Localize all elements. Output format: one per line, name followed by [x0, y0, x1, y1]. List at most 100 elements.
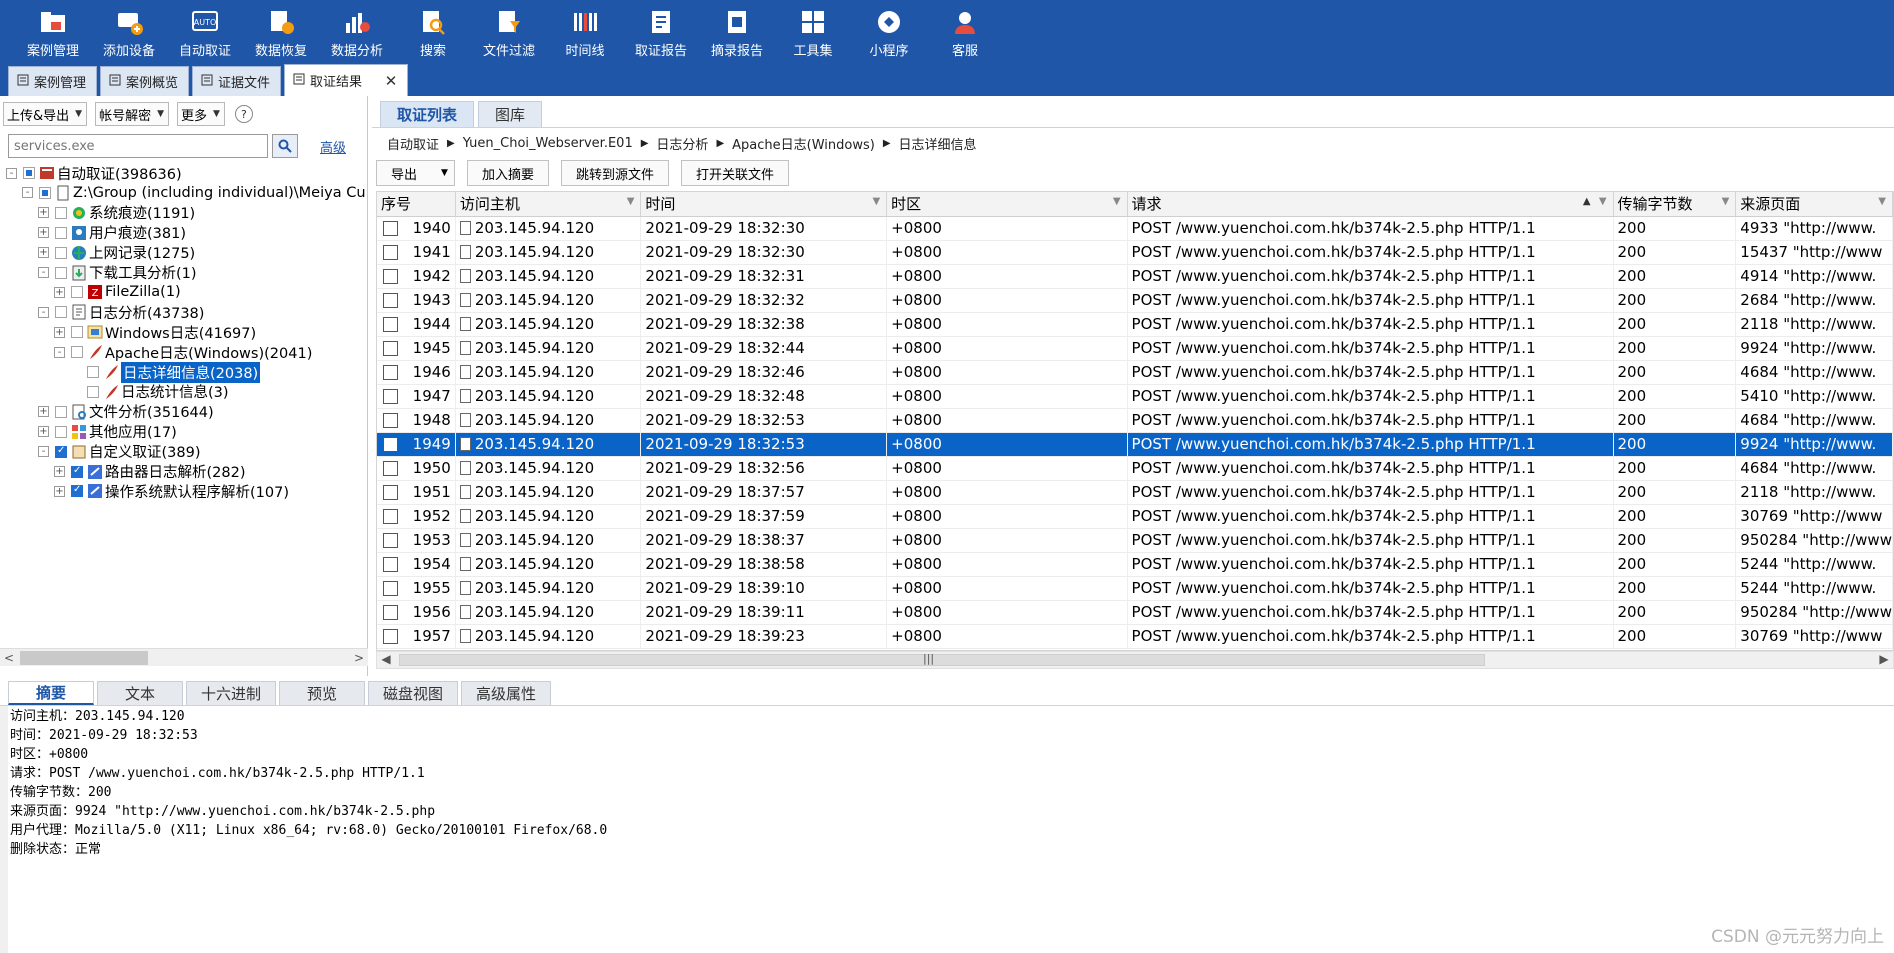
tree-checkbox[interactable] — [71, 286, 83, 299]
table-row[interactable]: 1951 203.145.94.120 2021-09-29 18:37:57 +08… — [377, 480, 1893, 505]
toolbar-button-support[interactable]: 客服 — [927, 0, 1003, 62]
help-icon[interactable]: ? — [234, 105, 253, 123]
row-checkbox[interactable] — [383, 628, 398, 644]
breadcrumb-item[interactable]: 日志分析 — [656, 134, 708, 153]
table-row[interactable]: 1940 203.145.94.120 2021-09-29 18:32:30 +08… — [377, 216, 1893, 241]
tree-node[interactable]: 日志详细信息(2038) — [70, 361, 261, 383]
tree-node[interactable]: + Z FileZilla(1) — [54, 281, 181, 303]
table-row[interactable]: 1946 203.145.94.120 2021-09-29 18:32:46 +08… — [377, 360, 1893, 385]
tree-node[interactable]: + 路由器日志解析(282) — [54, 461, 246, 483]
expand-icon[interactable]: + — [54, 466, 65, 477]
detail-tab-0[interactable]: 摘要 — [8, 681, 94, 705]
breadcrumb-item[interactable]: 自动取证 — [387, 134, 439, 153]
table-row[interactable]: 1947 203.145.94.120 2021-09-29 18:32:48 +08… — [377, 384, 1893, 409]
tree-node[interactable]: - Apache日志(Windows)(2041) — [54, 341, 312, 363]
expand-icon[interactable]: + — [38, 207, 49, 219]
scroll-left-icon[interactable]: < — [0, 651, 18, 665]
tree-checkbox[interactable] — [71, 465, 83, 478]
table-row[interactable]: 1952 203.145.94.120 2021-09-29 18:37:59 +08… — [377, 504, 1893, 529]
detail-tab-1[interactable]: 文本 — [97, 681, 183, 705]
tree-node[interactable]: - 日志分析(43738) — [38, 301, 204, 323]
column-header[interactable]: 时间 ▼ — [640, 192, 888, 217]
tree-checkbox[interactable] — [71, 326, 83, 339]
toolbar-button-tools[interactable]: 工具集 — [775, 0, 851, 62]
detail-tab-2[interactable]: 十六进制 — [186, 681, 277, 705]
row-checkbox[interactable] — [383, 316, 398, 332]
add-summary-button[interactable]: 加入摘要 — [466, 160, 549, 186]
tree-checkbox[interactable] — [55, 445, 67, 458]
export-button[interactable]: 导出 ▼ — [376, 160, 455, 186]
toolbar-button-excerpt[interactable]: 摘录报告 — [699, 0, 775, 62]
table-row[interactable]: 1954 203.145.94.120 2021-09-29 18:38:58 +08… — [377, 552, 1893, 577]
row-checkbox[interactable] — [383, 508, 398, 524]
row-checkbox[interactable] — [383, 388, 398, 404]
breadcrumb-item[interactable]: 日志详细信息 — [899, 134, 977, 153]
tree-node[interactable]: + 其他应用(17) — [38, 421, 177, 443]
tree-node[interactable]: + 上网记录(1275) — [38, 242, 195, 264]
table-row[interactable]: 1956 203.145.94.120 2021-09-29 18:39:11 +08… — [377, 600, 1893, 625]
filter-icon[interactable]: ▼ — [1113, 196, 1121, 207]
doc-tab-0[interactable]: 案例管理 — [8, 66, 98, 96]
tree-node[interactable]: + Windows日志(41697) — [54, 321, 256, 343]
row-checkbox[interactable] — [383, 292, 398, 308]
tree-node[interactable]: + 用户痕迹(381) — [38, 222, 186, 244]
row-checkbox[interactable] — [383, 604, 398, 620]
left-horizontal-scrollbar[interactable]: < > — [0, 648, 368, 666]
tree-checkbox[interactable] — [55, 246, 67, 259]
row-checkbox[interactable] — [383, 532, 398, 548]
collapse-icon[interactable]: - — [38, 446, 49, 458]
detail-tab-3[interactable]: 预览 — [279, 681, 366, 705]
tree-checkbox[interactable] — [87, 385, 99, 398]
tree-node[interactable]: - 自定义取证(389) — [38, 441, 201, 463]
tree-node[interactable]: - 自动取证(398636) — [6, 162, 182, 184]
row-checkbox[interactable] — [383, 556, 398, 572]
row-checkbox[interactable] — [383, 340, 398, 356]
expand-icon[interactable]: + — [38, 426, 49, 438]
toolbar-button-auto[interactable]: AUTO 自动取证 — [167, 0, 243, 62]
tree-node[interactable]: - 下载工具分析(1) — [38, 262, 197, 284]
open-related-button[interactable]: 打开关联文件 — [680, 160, 789, 186]
toolbar-button-add-device[interactable]: 添加设备 — [91, 0, 167, 62]
toolbar-button-filter[interactable]: 文件过滤 — [471, 0, 547, 62]
tab-gallery[interactable]: 图库 — [478, 101, 543, 127]
tree-checkbox[interactable] — [55, 425, 67, 438]
column-header[interactable]: 时区 ▼ — [886, 192, 1128, 217]
collapse-icon[interactable]: - — [22, 187, 33, 199]
doc-tab-3[interactable]: 取证结果 ✕ — [284, 64, 409, 96]
row-checkbox[interactable] — [383, 484, 398, 500]
expand-icon[interactable]: + — [38, 227, 49, 239]
tree-checkbox[interactable] — [55, 226, 67, 239]
row-checkbox[interactable] — [383, 244, 398, 260]
table-row[interactable]: 1949 203.145.94.120 2021-09-29 18:32:53 +08… — [377, 432, 1893, 457]
column-header[interactable]: 序号 — [377, 192, 456, 217]
toolbar-button-folder[interactable]: 案例管理 — [15, 0, 91, 62]
tree-checkbox[interactable] — [71, 346, 83, 359]
toolbar-button-search-doc[interactable]: 搜索 — [395, 0, 471, 62]
collapse-icon[interactable]: - — [54, 346, 65, 358]
close-icon[interactable]: ✕ — [381, 72, 401, 90]
expand-icon[interactable]: + — [38, 247, 49, 259]
tree-checkbox[interactable] — [71, 484, 83, 498]
filter-icon[interactable]: ▼ — [1722, 196, 1730, 207]
search-button[interactable] — [272, 134, 298, 158]
tree-checkbox[interactable] — [87, 366, 99, 378]
table-row[interactable]: 1950 203.145.94.120 2021-09-29 18:32:56 +08… — [377, 456, 1893, 481]
row-checkbox[interactable] — [383, 580, 398, 596]
expand-icon[interactable]: + — [54, 326, 65, 338]
breadcrumb-item[interactable]: Apache日志(Windows) — [732, 134, 875, 153]
breadcrumb-item[interactable]: Yuen_Choi_Webserver.E01 — [463, 136, 633, 151]
table-row[interactable]: 1942 203.145.94.120 2021-09-29 18:32:31 +08… — [377, 264, 1893, 289]
table-row[interactable]: 1944 203.145.94.120 2021-09-29 18:32:38 +08… — [377, 312, 1893, 337]
goto-source-button[interactable]: 跳转到源文件 — [560, 160, 669, 186]
advanced-search-link[interactable]: 高级 — [320, 137, 346, 156]
row-checkbox[interactable] — [383, 364, 398, 380]
column-header[interactable]: 请求 ▲ ▼ — [1127, 192, 1614, 217]
table-row[interactable]: 1953 203.145.94.120 2021-09-29 18:38:37 +08… — [377, 528, 1893, 553]
scroll-right-icon[interactable]: > — [350, 651, 368, 665]
search-input[interactable] — [8, 134, 268, 158]
filter-icon[interactable]: ▼ — [872, 196, 880, 207]
tree-node[interactable]: + 操作系统默认程序解析(107) — [54, 480, 289, 502]
tree-node[interactable]: - Z:\Group (including individual)\Meiya C… — [22, 182, 366, 204]
tree-checkbox[interactable] — [55, 206, 67, 219]
expand-icon[interactable]: + — [38, 406, 49, 418]
